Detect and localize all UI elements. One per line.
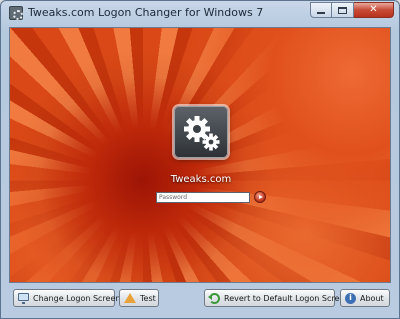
gears-icon [184,116,220,151]
minimize-icon [317,11,325,14]
password-field[interactable] [156,192,250,203]
caption-buttons: ✕ [310,2,394,18]
test-button[interactable]: Test [119,289,159,307]
window-title: Tweaks.com Logon Changer for Windows 7 [28,6,264,19]
app-gear-icon [9,6,23,20]
warning-icon [124,293,136,303]
monitor-icon [18,293,29,304]
user-tile [174,106,228,158]
title-bar[interactable]: Tweaks.com Logon Changer for Windows 7 ✕ [1,1,399,25]
maximize-button[interactable] [332,2,354,18]
close-button[interactable]: ✕ [354,2,394,18]
test-label: Test [140,293,156,303]
user-name: Tweaks.com [170,174,232,185]
login-arrow-button[interactable] [254,191,266,203]
minimize-button[interactable] [310,2,332,18]
logon-preview: Tweaks.com [9,27,391,283]
app-window: Tweaks.com Logon Changer for Windows 7 ✕ [0,0,400,319]
about-button[interactable]: i About [340,289,390,307]
revert-label: Revert to Default Logon Screen [224,293,350,303]
about-label: About [360,293,384,303]
maximize-icon [338,6,347,14]
revert-default-button[interactable]: Revert to Default Logon Screen [204,289,349,307]
close-icon: ✕ [369,4,378,15]
info-icon: i [345,292,356,304]
change-logon-screen-button[interactable]: Change Logon Screen [13,289,120,307]
change-logon-screen-label: Change Logon Screen [33,293,121,303]
revert-icon [208,292,220,304]
